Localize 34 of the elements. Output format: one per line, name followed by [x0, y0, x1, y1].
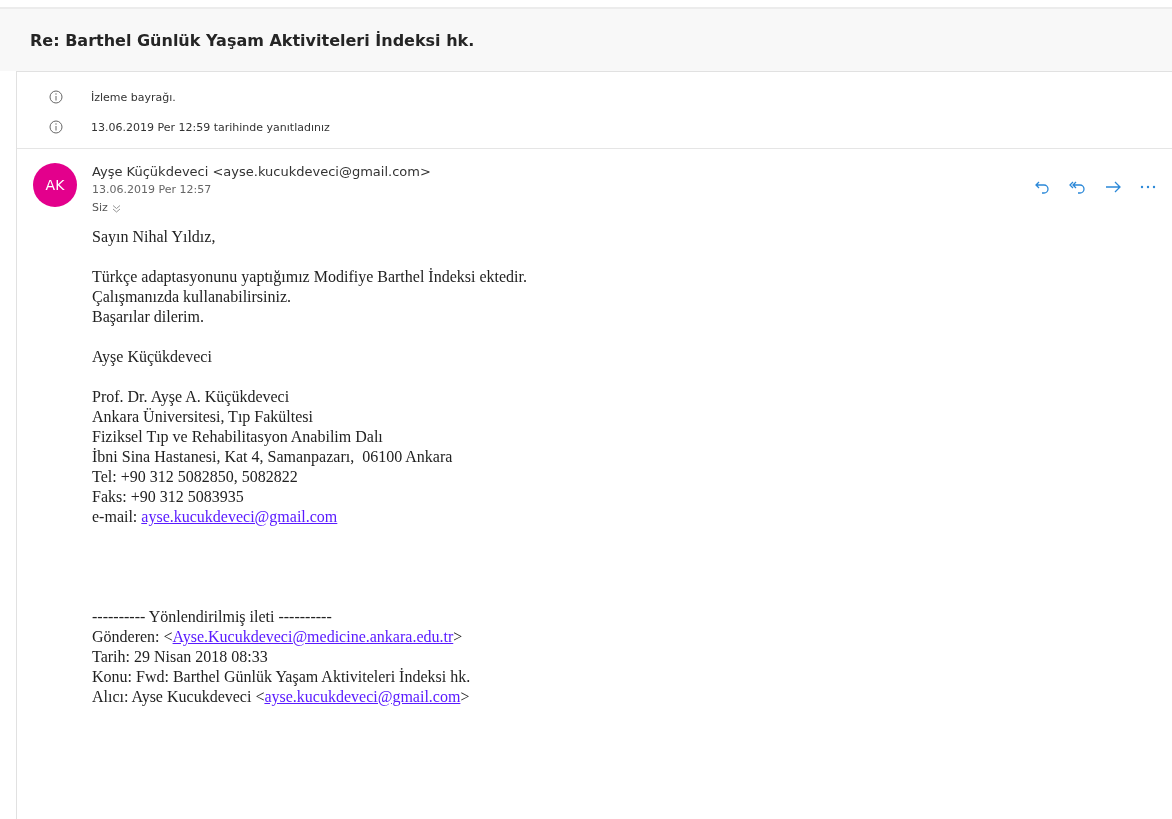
email-link[interactable]: ayse.kucukdeveci@gmail.com	[264, 688, 461, 705]
body-line: Tarih: 29 Nisan 2018 08:33	[92, 647, 268, 667]
subject-title: Re: Barthel Günlük Yaşam Aktiviteleri İndeksi hk.	[30, 30, 475, 50]
notice-text: 13.06.2019 Per 12:59 tarihinde yanıtladınız	[91, 120, 330, 134]
message-date: 13.06.2019 Per 12:57	[92, 182, 213, 198]
body-line: Alıcı: Ayse Kucukdeveci <ayse.kucukdeveci@gmail.com>	[92, 687, 470, 707]
avatar: AK	[33, 163, 77, 207]
more-icon[interactable]	[1140, 185, 1156, 189]
body-line: Başarılar dilerim.	[92, 307, 204, 327]
recipient: Siz	[92, 200, 108, 216]
body-line: Prof. Dr. Ayşe A. Küçükdeveci	[92, 387, 290, 407]
email-link[interactable]: Ayse.Kucukdeveci@medicine.ankara.edu.tr	[172, 628, 454, 645]
body-line: e-mail: ayse.kucukdeveci@gmail.com	[92, 507, 338, 527]
body-line: Türkçe adaptasyonunu yaptığımız Modifiye Barthel İndeksi ektedir.	[92, 267, 527, 287]
info-icon	[49, 90, 63, 104]
body-line: Ayşe Küçükdeveci	[92, 347, 212, 367]
body-line: Konu: Fwd: Barthel Günlük Yaşam Aktiviteleri İndeksi hk.	[92, 667, 471, 687]
email-link[interactable]: ayse.kucukdeveci@gmail.com	[141, 508, 338, 525]
body-line: Fiziksel Tıp ve Rehabilitasyon Anabilim Dalı	[92, 427, 383, 447]
body-line: Tel: +90 312 5082850, 5082822	[92, 467, 298, 487]
body-line: Ankara Üniversitesi, Tıp Fakültesi	[92, 407, 313, 427]
expand-icon[interactable]	[111, 203, 121, 213]
sender-name: Ayşe Küçükdeveci <ayse.kucukdeveci@gmail.com>	[92, 163, 431, 181]
notice-text: İzleme bayrağı.	[91, 90, 176, 104]
reply-all-icon[interactable]	[1068, 179, 1086, 195]
body-line: İbni Sina Hastanesi, Kat 4, Samanpazarı, 06100 Ankara	[92, 447, 453, 467]
forward-icon[interactable]	[1104, 179, 1122, 195]
reply-icon[interactable]	[1034, 179, 1050, 195]
body-line: Gönderen: <Ayse.Kucukdeveci@medicine.ankara.edu.tr>	[92, 627, 463, 647]
body-line: Sayın Nihal Yıldız,	[92, 227, 216, 247]
body-line: Faks: +90 312 5083935	[92, 487, 244, 507]
body-line: ---------- Yönlendirilmiş ileti ----------	[92, 607, 332, 627]
info-icon	[49, 120, 63, 134]
body-line: Çalışmanızda kullanabilirsiniz.	[92, 287, 292, 307]
